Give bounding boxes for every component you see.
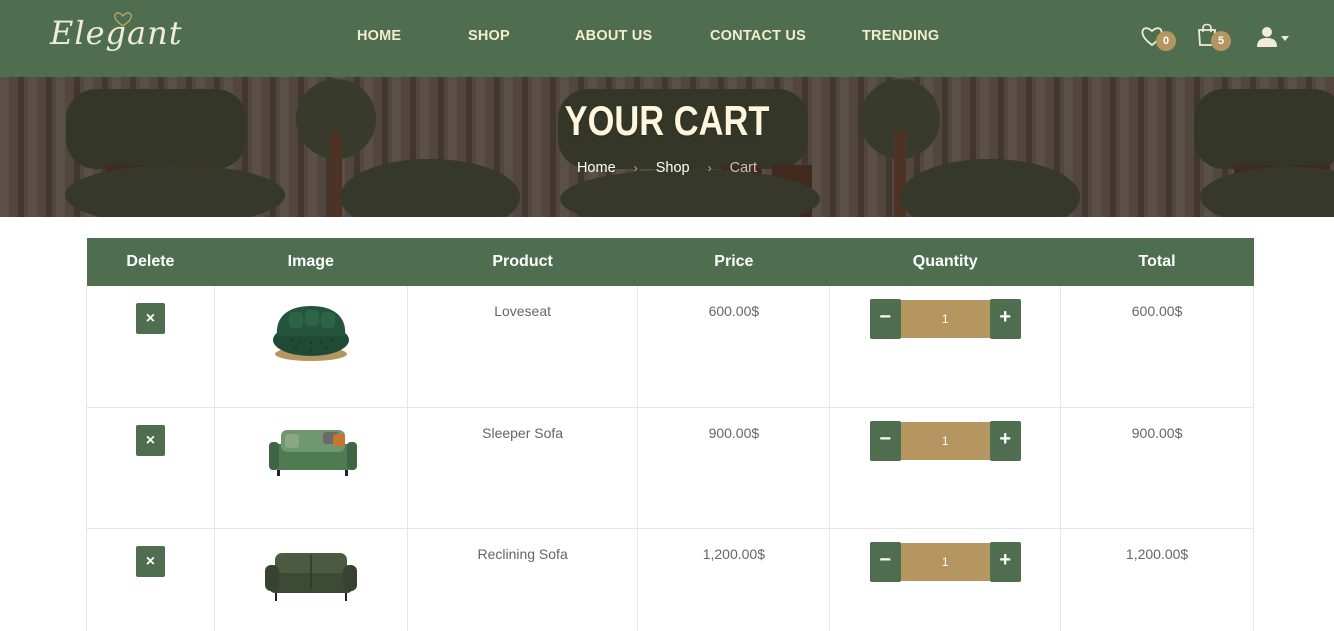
decrease-quantity-button[interactable]: − [869, 299, 901, 339]
column-header-image: Image [214, 238, 408, 286]
breadcrumb-shop[interactable]: Shop [656, 160, 690, 176]
delete-item-button[interactable]: × [135, 424, 165, 456]
site-header: Elegant HOME SHOP ABOUT US CONTACT US TR… [0, 0, 1334, 77]
main-nav: HOME SHOP ABOUT US CONTACT US TRENDING [0, 0, 1334, 77]
page-title: YOUR CART [564, 97, 770, 144]
image-cell [213, 406, 408, 529]
product-name[interactable]: Sleeper Sofa [406, 406, 639, 529]
decrease-quantity-button[interactable]: − [869, 420, 901, 461]
column-header-product: Product [407, 238, 638, 286]
nav-shop[interactable]: SHOP [468, 28, 510, 44]
quantity-input[interactable] [900, 542, 990, 581]
quantity-input[interactable] [900, 421, 990, 460]
row-total: 1,200.00$ [1060, 527, 1254, 631]
quantity-stepper: − + [869, 420, 1021, 461]
delete-item-button[interactable]: × [135, 545, 165, 577]
reclining-sofa-product-image[interactable] [261, 539, 361, 607]
nav-home[interactable]: HOME [357, 28, 401, 44]
nav-trending[interactable]: TRENDING [862, 28, 939, 44]
chevron-down-icon [1281, 36, 1289, 41]
quantity-cell: − + [829, 527, 1062, 631]
delete-item-button[interactable]: × [135, 303, 165, 334]
quantity-stepper: − + [869, 299, 1021, 339]
table-row: × Reclining Sofa 1,200.00$ − 1 + 1,200.0… [86, 527, 1254, 631]
column-header-delete: Delete [86, 238, 215, 286]
product-name[interactable]: Loveseat [406, 286, 639, 408]
cart-button[interactable]: 5 [1196, 23, 1231, 51]
row-total: 600.00$ [1060, 286, 1254, 408]
user-icon [1257, 27, 1277, 47]
quantity-cell: − + [829, 286, 1062, 408]
image-cell [213, 286, 408, 408]
breadcrumb-separator-icon: › [707, 161, 712, 176]
image-cell [213, 527, 408, 631]
nav-about-us[interactable]: ABOUT US [575, 28, 652, 44]
product-price: 600.00$ [637, 286, 831, 408]
row-total: 900.00$ [1060, 406, 1254, 529]
table-row: × Sleeper Sofa 900.00$ − 1 + 900.00$ [86, 406, 1254, 529]
account-menu-button[interactable] [1256, 26, 1289, 52]
wishlist-count-badge: 0 [1156, 31, 1176, 51]
nav-contact-us[interactable]: CONTACT US [710, 28, 806, 44]
product-name[interactable]: Reclining Sofa [406, 527, 639, 631]
increase-quantity-button[interactable]: + [989, 420, 1021, 461]
column-header-price: Price [637, 238, 830, 286]
column-header-quantity: Quantity [829, 238, 1061, 286]
column-header-total: Total [1060, 238, 1254, 286]
quantity-input[interactable] [900, 300, 990, 338]
page-banner: YOUR CART Home › Shop › Cart [0, 77, 1334, 217]
table-header-row: Delete Image Product Price Quantity Tota… [86, 238, 1254, 286]
quantity-cell: − + [829, 406, 1062, 529]
breadcrumb: Home › Shop › Cart [0, 160, 1334, 176]
loveseat-product-image[interactable] [271, 296, 351, 364]
decrease-quantity-button[interactable]: − [869, 541, 901, 582]
table-row: × Loveseat 600.00$ − 1 + 600.00$ [86, 286, 1254, 408]
cart-count-badge: 5 [1211, 31, 1231, 51]
quantity-stepper: − + [869, 541, 1021, 582]
breadcrumb-separator-icon: › [633, 161, 638, 176]
cart-table: Delete Image Product Price Quantity Tota… [86, 238, 1254, 631]
sleeper-sofa-product-image[interactable] [263, 418, 359, 486]
breadcrumb-home[interactable]: Home [577, 160, 616, 176]
delete-cell: × [86, 406, 215, 529]
wishlist-button[interactable]: 0 [1140, 25, 1176, 51]
product-price: 900.00$ [637, 406, 831, 529]
delete-cell: × [86, 286, 215, 408]
increase-quantity-button[interactable]: + [989, 299, 1021, 339]
increase-quantity-button[interactable]: + [989, 541, 1021, 582]
breadcrumb-cart: Cart [729, 160, 758, 177]
product-price: 1,200.00$ [637, 527, 831, 631]
delete-cell: × [86, 527, 215, 631]
